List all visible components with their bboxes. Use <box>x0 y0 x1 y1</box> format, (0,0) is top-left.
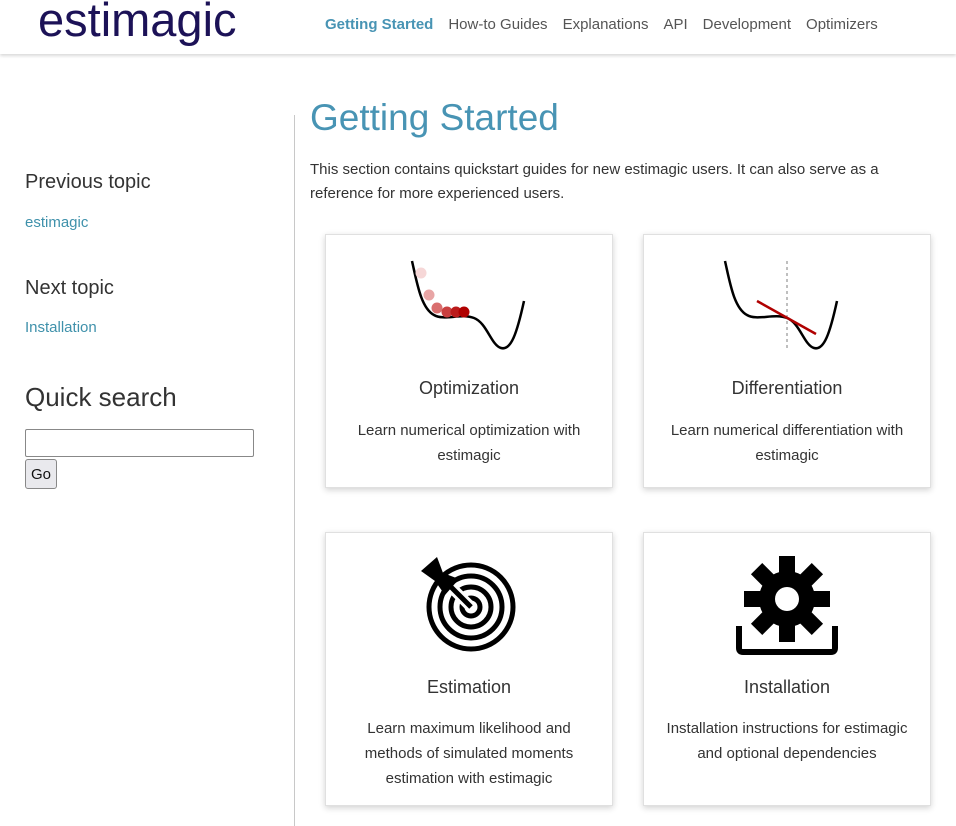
sidebar-divider <box>294 115 295 826</box>
card-installation[interactable]: Installation Installation instructions f… <box>643 532 931 806</box>
card-title: Differentiation <box>731 378 843 398</box>
nav-development[interactable]: Development <box>703 16 791 33</box>
card-description: Learn numerical differentiation with est… <box>670 422 904 464</box>
previous-topic-link[interactable]: estimagic <box>25 214 88 231</box>
quick-search-heading: Quick search <box>25 382 177 412</box>
target-icon <box>326 555 612 655</box>
card-title: Estimation <box>426 677 512 697</box>
nav-api[interactable]: API <box>663 16 687 33</box>
differentiation-icon <box>644 253 930 353</box>
nav-optimizers[interactable]: Optimizers <box>806 16 878 33</box>
next-topic-link[interactable]: Installation <box>25 319 97 336</box>
go-button[interactable]: Go <box>25 459 57 489</box>
previous-topic-heading: Previous topic <box>25 171 151 193</box>
card-optimization[interactable]: Optimization Learn numerical optimizatio… <box>325 234 613 488</box>
card-differentiation[interactable]: Differentiation Learn numerical differen… <box>643 234 931 488</box>
intro-text: This section contains quickstart guides … <box>310 161 879 202</box>
optimization-icon <box>326 253 612 353</box>
card-title: Optimization <box>418 378 520 398</box>
search-input[interactable] <box>25 429 254 457</box>
top-navbar: estimagic Getting Started How-to Guides … <box>0 0 956 54</box>
card-estimation[interactable]: Estimation Learn maximum likelihood and … <box>325 532 613 806</box>
next-topic-heading: Next topic <box>25 277 114 299</box>
nav-explanations[interactable]: Explanations <box>563 16 649 33</box>
card-description: Installation instructions for estimagic … <box>666 720 908 762</box>
card-description: Learn numerical optimization with estima… <box>357 422 581 464</box>
gear-install-icon <box>644 551 930 657</box>
nav-getting-started[interactable]: Getting Started <box>325 16 433 33</box>
card-title: Installation <box>743 677 831 697</box>
card-description: Learn maximum likelihood and methods of … <box>364 720 574 787</box>
main-nav: Getting Started How-to Guides Explanatio… <box>325 16 878 33</box>
page-title: Getting Started <box>310 97 559 138</box>
site-logo[interactable]: estimagic <box>38 0 237 47</box>
nav-how-to-guides[interactable]: How-to Guides <box>448 16 547 33</box>
